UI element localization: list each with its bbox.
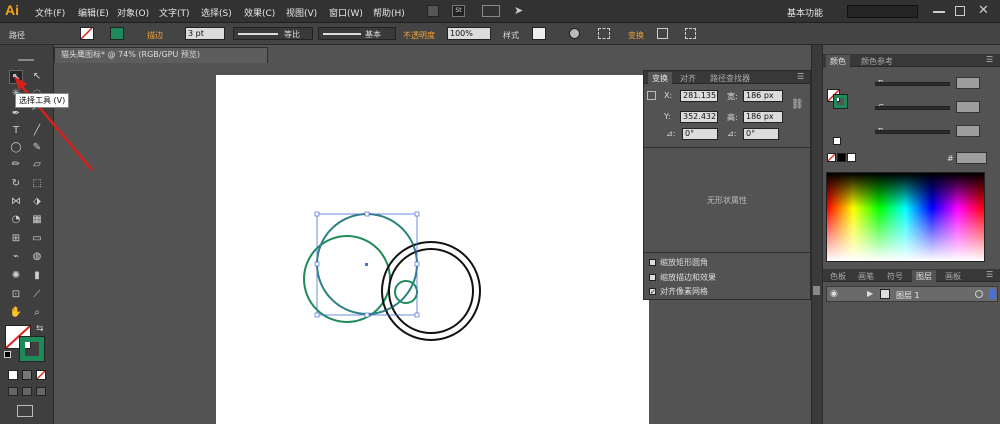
panel-menu-icon[interactable]: ☰ <box>797 72 804 81</box>
annotation-arrowhead <box>14 76 27 90</box>
x-input[interactable]: 281.135 <box>680 90 718 102</box>
color-spectrum[interactable] <box>826 172 985 262</box>
tab-symbols[interactable]: 符号 <box>883 270 907 283</box>
target-icon[interactable] <box>975 290 983 298</box>
scrollbar-thumb[interactable] <box>813 286 820 295</box>
no-shape-properties: 无形状属性 <box>707 196 747 205</box>
tab-color-guide[interactable]: 颜色参考 <box>857 55 897 68</box>
channel-r-value[interactable] <box>956 77 980 89</box>
handle-mr[interactable] <box>414 261 420 267</box>
rotate-icon: ⊿: <box>666 129 676 138</box>
handle-bc[interactable] <box>364 312 370 318</box>
none-swatch[interactable] <box>827 153 836 162</box>
tab-layers[interactable]: 图层 <box>912 270 936 283</box>
scale-strokes-label: 缩放描边和效果 <box>660 273 716 282</box>
divider <box>644 252 810 253</box>
hex-input[interactable] <box>956 152 987 164</box>
handle-ml[interactable] <box>314 261 320 267</box>
channel-g-value[interactable] <box>956 101 980 113</box>
tab-brushes[interactable]: 画笔 <box>854 270 878 283</box>
handle-br[interactable] <box>414 312 420 318</box>
constrain-proportions-icon[interactable]: ⛓ <box>791 99 804 110</box>
black-swatch[interactable] <box>837 153 846 162</box>
green-circle-small[interactable] <box>394 280 418 304</box>
y-label: Y: <box>664 112 671 121</box>
handle-tl[interactable] <box>314 211 320 217</box>
center-point <box>365 263 368 266</box>
tab-align[interactable]: 对齐 <box>676 72 700 85</box>
scale-corners-label: 缩放矩形圆角 <box>660 258 708 267</box>
handle-tr[interactable] <box>414 211 420 217</box>
channel-b-slider[interactable] <box>875 130 950 134</box>
tool-tooltip: 选择工具 (V) <box>15 93 70 108</box>
scale-corners-checkbox[interactable] <box>649 259 656 266</box>
handle-tc[interactable] <box>364 211 370 217</box>
eye-icon[interactable]: ◉ <box>830 289 838 299</box>
shear-input[interactable]: 0° <box>743 128 779 140</box>
layer-thumbnail <box>880 289 890 299</box>
w-label: 宽: <box>727 92 738 101</box>
black-circle-inner[interactable] <box>388 248 474 334</box>
black-circle-outer[interactable] <box>381 241 481 341</box>
rotate-input[interactable]: 0° <box>682 128 718 140</box>
layer-color-indicator <box>989 289 996 299</box>
width-input[interactable]: 186 px <box>743 90 783 102</box>
panel-dock-strip <box>811 45 822 424</box>
tab-pathfinder[interactable]: 路径查找器 <box>706 72 754 85</box>
x-label: X: <box>664 91 673 100</box>
divider <box>644 147 810 148</box>
layer-row[interactable]: ◉ ▶ 图层 1 <box>826 286 998 302</box>
h-label: 高: <box>727 113 738 122</box>
color-panel-tabs: 颜色 颜色参考 ☰ <box>823 54 1000 68</box>
shear-icon: ⊿: <box>727 129 737 138</box>
reference-point-icon[interactable] <box>647 91 656 100</box>
expand-triangle-icon[interactable]: ▶ <box>867 289 873 298</box>
layer-name[interactable]: 图层 1 <box>896 290 920 301</box>
handle-bl[interactable] <box>314 312 320 318</box>
channel-g-slider[interactable] <box>875 106 950 110</box>
out-of-gamut-icon[interactable] <box>833 137 841 145</box>
panel-menu-icon[interactable]: ☰ <box>986 270 993 279</box>
channel-b-value[interactable] <box>956 125 980 137</box>
scale-strokes-checkbox[interactable] <box>649 274 656 281</box>
pixel-grid-label: 对齐像素网格 <box>660 287 708 296</box>
channel-r-slider[interactable] <box>875 82 950 86</box>
height-input[interactable]: 186 px <box>743 111 783 123</box>
tab-color[interactable]: 颜色 <box>826 55 850 68</box>
transform-panel-tabs: 变换 对齐 路径查找器 ☰ <box>644 71 810 85</box>
hex-label: # <box>947 154 954 163</box>
layers-panel-tabs: 色板 画笔 符号 图层 画板 ☰ <box>823 269 1000 283</box>
tab-swatches[interactable]: 色板 <box>826 270 850 283</box>
panel-menu-icon[interactable]: ☰ <box>986 55 993 64</box>
tab-artboards[interactable]: 画板 <box>941 270 965 283</box>
tab-transform[interactable]: 变换 <box>648 72 672 85</box>
y-input[interactable]: 352.432 <box>680 111 718 123</box>
stroke-color-box[interactable] <box>833 94 848 109</box>
pixel-grid-checkbox[interactable]: ✓ <box>649 288 656 296</box>
white-swatch[interactable] <box>847 153 856 162</box>
transform-panel: 变换 对齐 路径查找器 ☰ X: 281.135 宽: 186 px Y: 35… <box>643 70 811 300</box>
